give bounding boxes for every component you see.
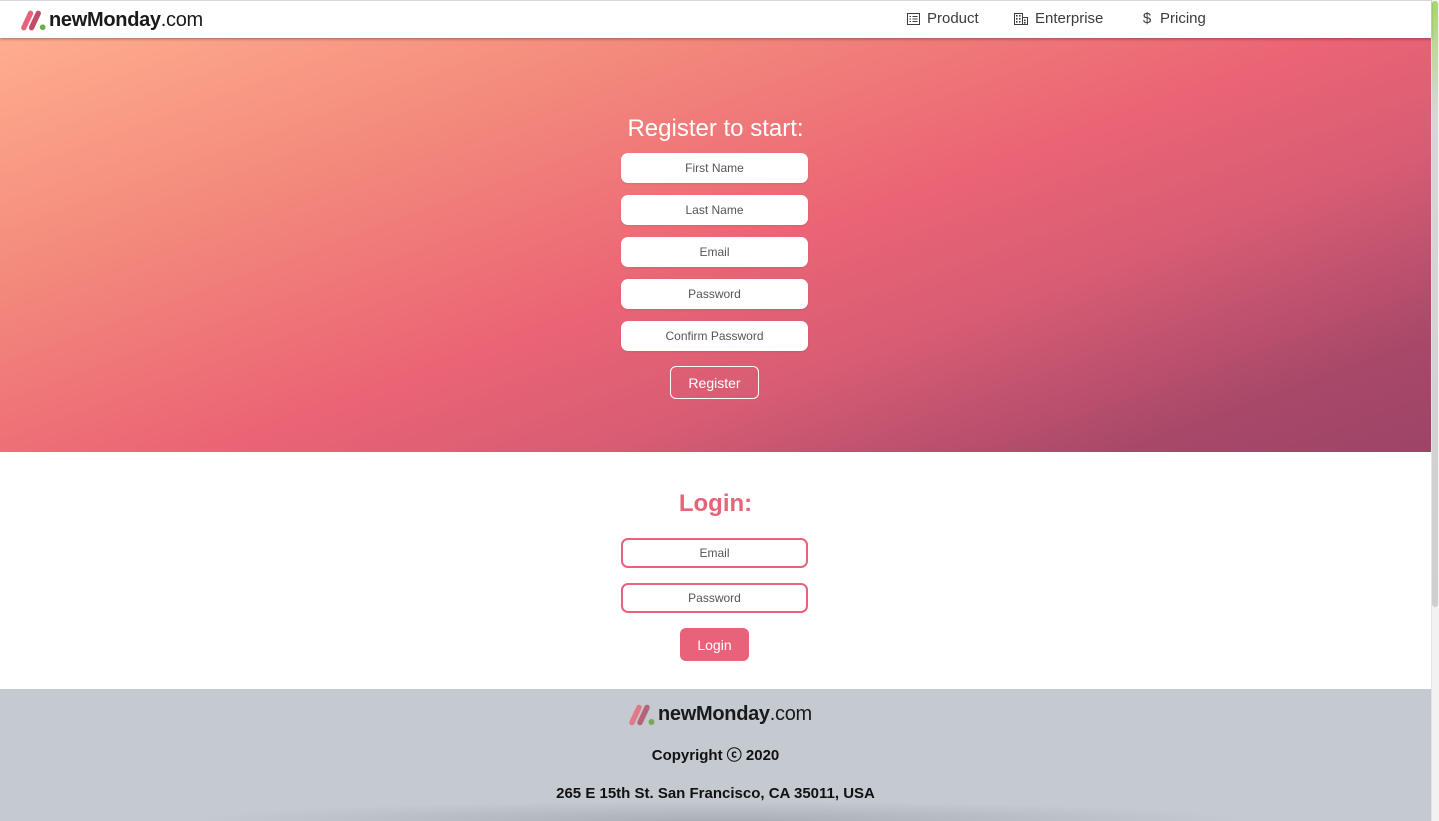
nav-item-product-label: Product xyxy=(927,10,979,27)
nav-item-enterprise-label: Enterprise xyxy=(1035,10,1104,27)
address-text: 265 E 15th St. San Francisco, CA 35011, … xyxy=(556,785,875,802)
footer: newMonday.com Copyright ⓒ 2020 265 E 15t… xyxy=(0,689,1431,821)
first-name-field[interactable] xyxy=(621,153,808,183)
login-email-field[interactable] xyxy=(621,538,808,568)
dollar-icon: $ xyxy=(1142,10,1152,27)
register-email-field[interactable] xyxy=(621,237,808,267)
register-button[interactable]: Register xyxy=(670,366,759,399)
register-password-field[interactable] xyxy=(621,279,808,309)
top-navbar: newMonday.com Product Enterprise $ Prici… xyxy=(0,0,1431,38)
nav-item-pricing-label: Pricing xyxy=(1160,10,1206,27)
login-button[interactable]: Login xyxy=(680,628,749,661)
nav-item-product[interactable]: Product xyxy=(907,10,979,27)
login-password-field[interactable] xyxy=(621,583,808,613)
last-name-field[interactable] xyxy=(621,195,808,225)
nav-item-pricing[interactable]: $ Pricing xyxy=(1141,10,1206,27)
nav-item-enterprise[interactable]: Enterprise xyxy=(1014,10,1103,27)
footer-shadow xyxy=(190,801,1250,821)
nav-links: Product Enterprise $ Pricing xyxy=(0,1,1431,38)
register-title: Register to start: xyxy=(627,115,804,142)
login-section: Login: Login xyxy=(0,452,1431,689)
list-icon xyxy=(907,12,920,25)
register-section: Register to start: Register xyxy=(0,37,1431,452)
footer-brand-name: newMonday.com xyxy=(658,704,812,724)
login-title: Login: xyxy=(678,490,753,517)
building-icon xyxy=(1014,12,1028,25)
scrollbar-thumb[interactable] xyxy=(1432,1,1438,607)
footer-brand-name-bold: newMonday xyxy=(658,703,770,725)
footer-brand-name-suffix: .com xyxy=(769,703,812,725)
confirm-password-field[interactable] xyxy=(621,321,808,351)
copyright-text: Copyright ⓒ 2020 xyxy=(651,747,780,764)
footer-brand-logo: newMonday.com xyxy=(626,699,812,729)
footer-logo-mark-icon xyxy=(629,704,655,725)
